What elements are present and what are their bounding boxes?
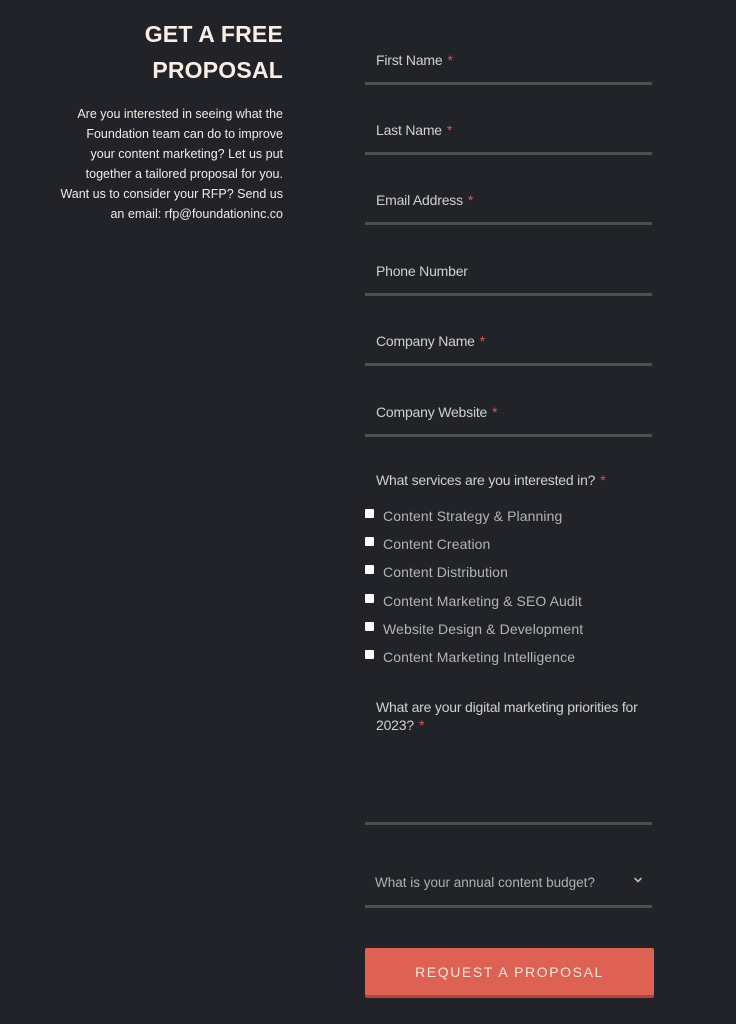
checkbox[interactable] bbox=[365, 537, 374, 546]
desc-line: together a tailored proposal for you. bbox=[85, 167, 283, 181]
intro-description: Are you interested in seeing what the Fo… bbox=[40, 104, 283, 224]
service-option[interactable]: Content Strategy & Planning bbox=[365, 507, 562, 527]
checkbox[interactable] bbox=[365, 509, 374, 518]
budget-select[interactable]: What is your annual content budget? bbox=[365, 866, 652, 908]
checkbox[interactable] bbox=[365, 650, 374, 659]
services-label: What services are you interested in? * bbox=[376, 472, 606, 488]
desc-line: Foundation team can do to improve bbox=[86, 127, 283, 141]
priorities-textarea[interactable]: What are your digital marketing prioriti… bbox=[365, 698, 652, 825]
service-option[interactable]: Website Design & Development bbox=[365, 620, 583, 640]
last-name-label: Last Name * bbox=[376, 122, 453, 138]
first-name-field[interactable]: First Name * bbox=[365, 52, 652, 85]
company-website-label: Company Website * bbox=[376, 404, 498, 420]
company-name-field[interactable]: Company Name * bbox=[365, 333, 652, 366]
email-field[interactable]: Email Address * bbox=[365, 192, 652, 225]
intro-section: GET A FREE PROPOSAL Are you interested i… bbox=[40, 16, 283, 224]
first-name-label: First Name * bbox=[376, 52, 453, 68]
service-option-label: Content Marketing Intelligence bbox=[383, 649, 576, 665]
company-website-field[interactable]: Company Website * bbox=[365, 404, 652, 437]
desc-line: Are you interested in seeing what the bbox=[77, 107, 283, 121]
required-marker: * bbox=[600, 472, 606, 488]
service-option[interactable]: Content Distribution bbox=[365, 563, 508, 583]
service-option-label: Content Creation bbox=[383, 536, 491, 552]
required-marker: * bbox=[446, 122, 453, 138]
service-option-label: Content Distribution bbox=[383, 564, 508, 580]
desc-line: your content marketing? Let us put bbox=[90, 147, 283, 161]
last-name-field[interactable]: Last Name * bbox=[365, 122, 652, 155]
title-line-1: GET A FREE bbox=[144, 21, 283, 47]
desc-line: an email: rfp@foundationinc.co bbox=[110, 207, 283, 221]
priorities-label: What are your digital marketing prioriti… bbox=[376, 699, 638, 733]
phone-label: Phone Number bbox=[376, 263, 468, 279]
required-marker: * bbox=[479, 333, 486, 349]
checkbox[interactable] bbox=[365, 622, 374, 631]
checkbox[interactable] bbox=[365, 594, 374, 603]
phone-field[interactable]: Phone Number bbox=[365, 263, 652, 296]
checkbox[interactable] bbox=[365, 565, 374, 574]
service-option-label: Website Design & Development bbox=[383, 621, 584, 637]
page-title: GET A FREE PROPOSAL bbox=[40, 16, 283, 88]
service-option[interactable]: Content Marketing & SEO Audit bbox=[365, 592, 582, 612]
chevron-down-icon bbox=[634, 877, 642, 883]
desc-line: Want us to consider your RFP? Send us bbox=[60, 187, 283, 201]
service-option[interactable]: Content Marketing Intelligence bbox=[365, 648, 575, 668]
required-marker: * bbox=[492, 404, 498, 420]
required-marker: * bbox=[447, 52, 453, 68]
budget-select-value: What is your annual content budget? bbox=[375, 875, 595, 890]
service-option-label: Content Strategy & Planning bbox=[383, 508, 563, 524]
company-name-label: Company Name * bbox=[376, 333, 486, 349]
request-proposal-button[interactable]: REQUEST A PROPOSAL bbox=[365, 948, 654, 995]
service-option[interactable]: Content Creation bbox=[365, 535, 490, 555]
email-label: Email Address * bbox=[376, 192, 474, 208]
title-line-2: PROPOSAL bbox=[152, 57, 283, 83]
required-marker: * bbox=[467, 192, 474, 208]
proposal-page: GET A FREE PROPOSAL Are you interested i… bbox=[0, 0, 736, 1024]
service-option-label: Content Marketing & SEO Audit bbox=[383, 593, 583, 609]
required-marker: * bbox=[418, 717, 425, 733]
